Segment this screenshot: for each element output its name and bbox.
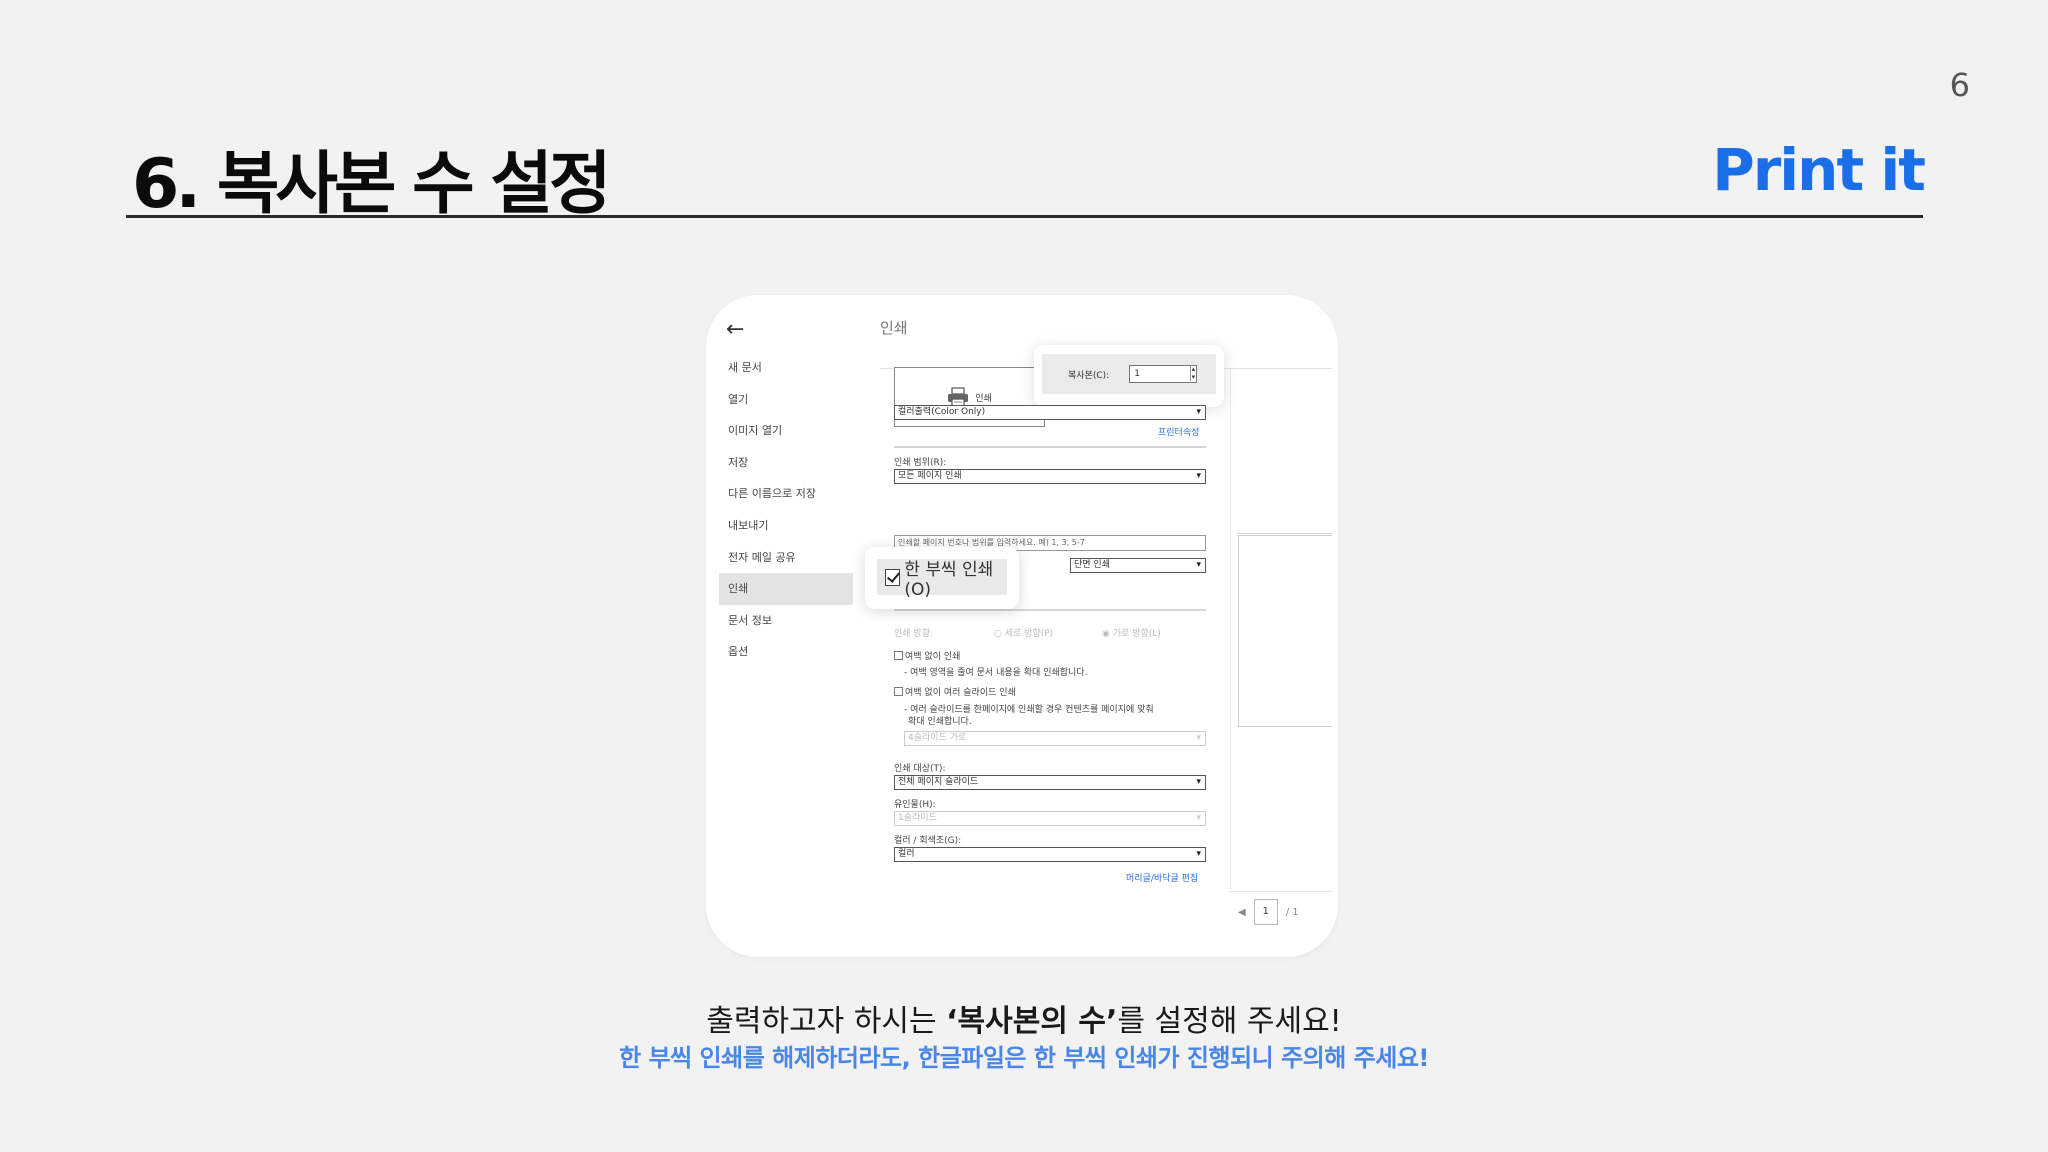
menu-item-new[interactable]: 새 문서 <box>719 352 853 384</box>
collate-highlight-popup: 한 부씩 인쇄(O) <box>865 547 1019 609</box>
file-menu: 새 문서 열기 이미지 열기 저장 다른 이름으로 저장 내보내기 전자 메일 … <box>719 352 853 668</box>
arrow-left-icon[interactable]: ← <box>726 317 744 342</box>
slide-title: 6. 복사본 수 설정 <box>132 145 612 224</box>
print-preview-page <box>1238 535 1332 727</box>
menu-item-export[interactable]: 내보내기 <box>719 510 853 542</box>
no-margin-slides-checkbox[interactable]: 여백 없이 여러 슬라이드 인쇄 <box>894 685 1016 698</box>
brand-logo-text: Print it <box>1712 136 1926 204</box>
menu-item-open-image[interactable]: 이미지 열기 <box>719 415 853 447</box>
copies-label: 복사본(C): <box>1068 370 1110 381</box>
section-divider <box>894 446 1206 448</box>
caption-warning: 한 부씩 인쇄를 해제하더라도, 한글파일은 한 부씩 인쇄가 진행되니 주의해… <box>619 1044 1429 1072</box>
page-total: / 1 <box>1285 906 1299 918</box>
print-dialog-title: 인쇄 <box>880 319 908 337</box>
caption-suffix: 를 설정해 주세요! <box>1117 1004 1342 1039</box>
printer-select[interactable]: 컬러출력(Color Only) <box>894 405 1206 420</box>
duplex-select[interactable]: 단면 인쇄 <box>1070 558 1206 573</box>
print-target-select[interactable]: 전체 페이지 슬라이드 <box>894 775 1206 790</box>
no-margin-slides-label: 여백 없이 여러 슬라이드 인쇄 <box>905 688 1016 698</box>
menu-item-email-share[interactable]: 전자 메일 공유 <box>719 542 853 574</box>
print-range-select[interactable]: 모든 페이지 인쇄 <box>894 469 1206 484</box>
menu-item-print[interactable]: 인쇄 <box>719 573 853 605</box>
orientation-label: 인쇄 방향: <box>894 629 934 639</box>
print-button-label: 인쇄 <box>975 393 992 404</box>
no-margin-slides-desc-2: 확대 인쇄합니다. <box>908 717 972 727</box>
section-divider-2 <box>894 609 1206 611</box>
handouts-select[interactable]: 1슬라이드 <box>894 811 1206 826</box>
no-margin-checkbox[interactable]: 여백 없이 인쇄 <box>894 649 960 662</box>
collate-label: 한 부씩 인쇄(O) <box>904 559 994 600</box>
orientation-landscape-radio[interactable]: ◉ 가로 방향(L) <box>1102 626 1161 639</box>
printer-icon <box>948 387 969 407</box>
checkbox-icon <box>894 687 903 696</box>
title-divider <box>126 215 1923 218</box>
caption-prefix: 출력하고자 하시는 <box>706 1004 947 1039</box>
menu-item-save[interactable]: 저장 <box>719 447 853 479</box>
menu-item-doc-info[interactable]: 문서 정보 <box>719 605 853 637</box>
copies-stepper[interactable]: 1 <box>1129 365 1198 383</box>
pager-divider <box>1230 891 1332 892</box>
page-number: 6 <box>1949 66 1970 104</box>
screenshot-card: ← 새 문서 열기 이미지 열기 저장 다른 이름으로 저장 내보내기 전자 메… <box>706 295 1338 957</box>
caption-emphasis: ‘복사본의 수’ <box>946 1004 1118 1039</box>
handouts-label: 유인물(H): <box>894 800 936 810</box>
print-range-label: 인쇄 범위(R): <box>894 458 947 468</box>
collate-checkbox[interactable] <box>885 568 901 586</box>
caption-main: 출력하고자 하시는 ‘복사본의 수’를 설정해 주세요! <box>0 996 2048 1040</box>
orientation-portrait-radio[interactable]: ○ 세로 방향(P) <box>994 626 1053 639</box>
menu-item-open[interactable]: 열기 <box>719 384 853 416</box>
slides-per-page-select[interactable]: 4슬라이드 가로 <box>904 731 1206 746</box>
copies-highlight-popup: 복사본(C): 1 <box>1034 345 1224 407</box>
preview-pager: ◀ 1 / 1 <box>1238 899 1299 925</box>
chevron-left-icon[interactable]: ◀ <box>1238 907 1246 918</box>
page-number-input[interactable]: 1 <box>1253 899 1278 925</box>
orientation-landscape-label: 가로 방향(L) <box>1112 629 1161 639</box>
no-margin-label: 여백 없이 인쇄 <box>905 652 961 662</box>
printer-properties-link[interactable]: 프린터속성 <box>1158 425 1199 438</box>
color-select[interactable]: 컬러 <box>894 847 1206 862</box>
preview-divider <box>1230 369 1231 889</box>
preview-page-edge <box>1238 533 1332 534</box>
color-label: 컬러 / 회색조(G): <box>894 836 962 846</box>
checkbox-icon <box>894 651 903 660</box>
menu-item-save-as[interactable]: 다른 이름으로 저장 <box>719 478 853 510</box>
print-target-label: 인쇄 대상(T): <box>894 764 946 774</box>
orientation-portrait-label: 세로 방향(P) <box>1004 629 1054 639</box>
menu-item-options[interactable]: 옵션 <box>719 636 853 668</box>
no-margin-desc: - 여백 영역을 줄여 문서 내용을 확대 인쇄합니다. <box>904 668 1088 678</box>
header-footer-link[interactable]: 머리글/바닥글 편집 <box>1126 871 1198 884</box>
